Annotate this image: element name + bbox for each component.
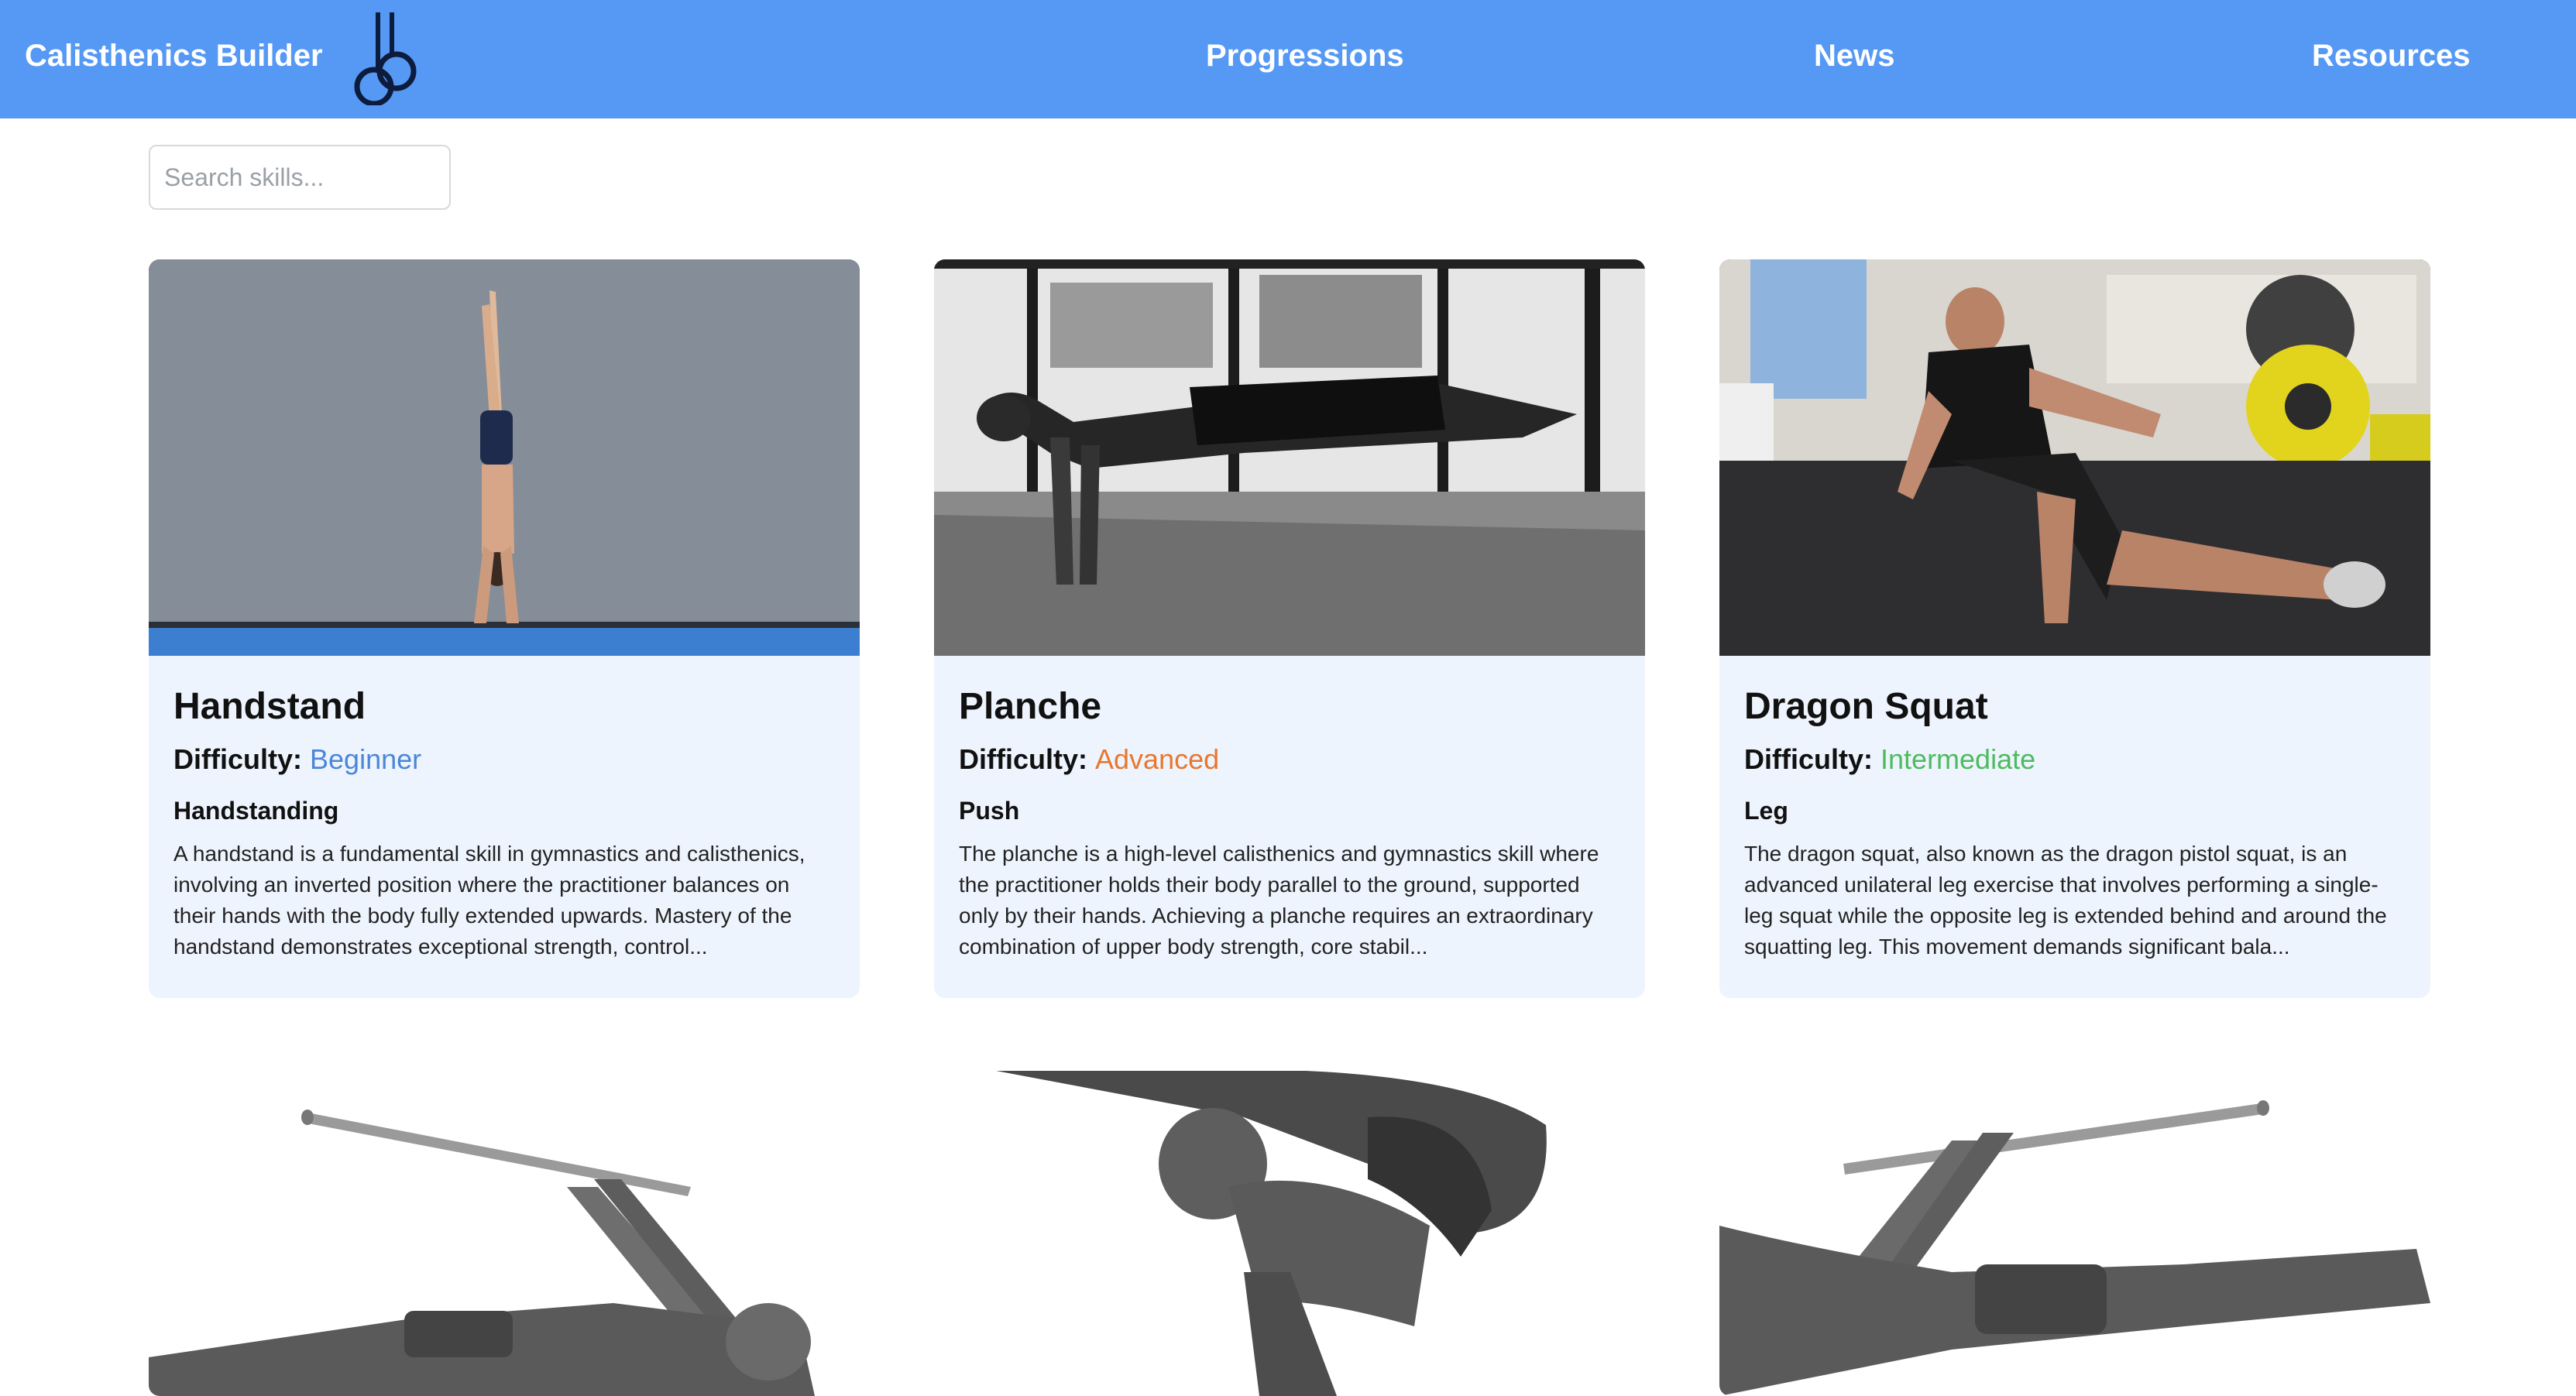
card-title: Handstand xyxy=(173,686,366,727)
difficulty-line: Difficulty: Advanced xyxy=(959,743,1620,777)
difficulty-value: Intermediate xyxy=(1880,743,2036,775)
top-navbar: Calisthenics Builder Progressions News R… xyxy=(0,0,2576,118)
skill-card-dragon-squat[interactable]: Dragon Squat Difficulty: Intermediate Le… xyxy=(1719,259,2430,998)
gymnastic-rings-icon[interactable] xyxy=(347,9,424,105)
skill-card-planche[interactable]: Planche Difficulty: Advanced Push The pl… xyxy=(934,259,1645,998)
card-description: The planche is a high-level calisthenics… xyxy=(959,842,1599,959)
nav-progressions[interactable]: Progressions xyxy=(1206,39,1404,74)
search-input[interactable] xyxy=(149,145,451,210)
difficulty-label: Difficulty: xyxy=(959,743,1087,775)
skill-card-back-bridge[interactable] xyxy=(934,1071,1645,1396)
difficulty-line: Difficulty: Beginner xyxy=(173,743,835,777)
card-category: Push xyxy=(959,797,1020,825)
card-category: Leg xyxy=(1744,797,1788,825)
nav-news[interactable]: News xyxy=(1814,39,1895,74)
nav-resources[interactable]: Resources xyxy=(2312,39,2471,74)
card-description: The dragon squat, also known as the drag… xyxy=(1744,842,2387,959)
difficulty-label: Difficulty: xyxy=(1744,743,1873,775)
difficulty-line: Difficulty: Intermediate xyxy=(1744,743,2406,777)
skill-card-front-lever[interactable] xyxy=(149,1071,860,1396)
dragon-squat-photo xyxy=(1719,259,2430,656)
brand-title[interactable]: Calisthenics Builder xyxy=(25,39,323,74)
difficulty-label: Difficulty: xyxy=(173,743,302,775)
skill-card-handstand[interactable]: Handstand Difficulty: Beginner Handstand… xyxy=(149,259,860,998)
card-description: A handstand is a fundamental skill in gy… xyxy=(173,842,805,959)
difficulty-value: Beginner xyxy=(310,743,422,775)
lever-illustration xyxy=(1719,1071,2430,1396)
card-category: Handstanding xyxy=(173,797,339,825)
skill-card-front-lever-tuck[interactable] xyxy=(1719,1071,2430,1396)
card-title: Dragon Squat xyxy=(1744,686,1988,727)
front-lever-illustration xyxy=(149,1071,860,1396)
handstand-photo xyxy=(149,259,860,656)
back-lever-illustration xyxy=(934,1071,1645,1396)
planche-photo xyxy=(934,259,1645,656)
difficulty-value: Advanced xyxy=(1095,743,1220,775)
card-title: Planche xyxy=(959,686,1102,727)
